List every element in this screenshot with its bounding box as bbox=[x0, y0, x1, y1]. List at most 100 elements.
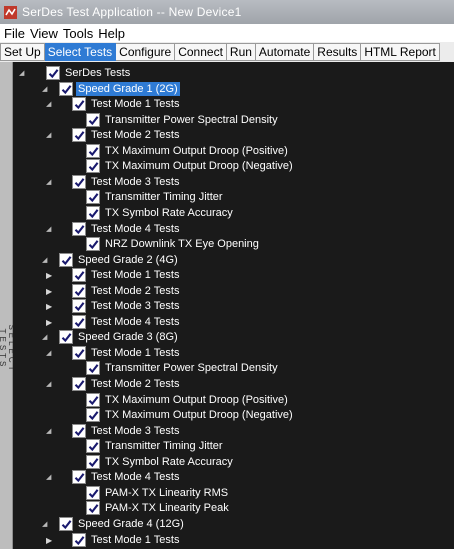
menu-view[interactable]: View bbox=[30, 26, 58, 41]
test-checkbox[interactable] bbox=[86, 237, 100, 252]
collapse-arrow-icon[interactable]: ◢ bbox=[42, 255, 50, 266]
tree-item[interactable]: Transmitter Timing Jitter bbox=[13, 190, 454, 205]
tab-automate[interactable]: Automate bbox=[255, 43, 315, 61]
tree-item[interactable]: ◢ Test Mode 1 Tests bbox=[13, 345, 454, 361]
checkmark-icon bbox=[74, 131, 85, 141]
test-checkbox[interactable] bbox=[72, 128, 86, 143]
test-checkbox[interactable] bbox=[86, 361, 100, 376]
tab-results[interactable]: Results bbox=[314, 43, 362, 61]
tree-item[interactable]: ◢ Test Mode 3 Tests bbox=[13, 423, 454, 439]
tree-item[interactable]: PAM-X TX Linearity Peak bbox=[13, 501, 454, 516]
test-checkbox[interactable] bbox=[59, 516, 73, 531]
test-checkbox[interactable] bbox=[72, 532, 86, 547]
test-checkbox[interactable] bbox=[72, 174, 86, 189]
collapse-arrow-icon[interactable]: ◢ bbox=[46, 472, 54, 483]
test-checkbox[interactable] bbox=[72, 314, 86, 329]
tree-item[interactable]: Transmitter Power Spectral Density bbox=[13, 112, 454, 128]
tree-item[interactable]: ◢ Test Mode 1 Tests bbox=[13, 97, 454, 112]
collapse-arrow-icon[interactable]: ◢ bbox=[46, 379, 54, 390]
tree-item[interactable]: PAM-X TX Linearity RMS bbox=[13, 485, 454, 501]
checkmark-icon bbox=[74, 380, 85, 390]
test-checkbox[interactable] bbox=[59, 330, 73, 345]
collapse-arrow-icon[interactable]: ◢ bbox=[46, 99, 54, 110]
test-checkbox[interactable] bbox=[86, 439, 100, 454]
expand-arrow-icon[interactable]: ▶ bbox=[46, 317, 54, 328]
test-checkbox[interactable] bbox=[59, 81, 73, 96]
checkmark-icon bbox=[61, 333, 72, 343]
test-checkbox[interactable] bbox=[59, 252, 73, 267]
test-checkbox[interactable] bbox=[72, 423, 86, 438]
tree-item[interactable]: NRZ Downlink TX Eye Opening bbox=[13, 237, 454, 252]
test-checkbox[interactable] bbox=[72, 345, 86, 360]
test-checkbox[interactable] bbox=[86, 454, 100, 469]
tree-item[interactable]: ▶ Test Mode 2 Tests bbox=[13, 283, 454, 299]
tree-item[interactable]: TX Symbol Rate Accuracy bbox=[13, 205, 454, 221]
test-checkbox[interactable] bbox=[86, 392, 100, 407]
test-checkbox[interactable] bbox=[86, 205, 100, 220]
expand-arrow-icon[interactable]: ▶ bbox=[46, 535, 54, 546]
tree-item[interactable]: ◢ Speed Grade 1 (2G) bbox=[13, 81, 454, 97]
tree-item[interactable]: ▶ Test Mode 4 Tests bbox=[13, 314, 454, 330]
menu-file[interactable]: File bbox=[4, 26, 25, 41]
tree-item[interactable]: ◢ Speed Grade 4 (12G) bbox=[13, 516, 454, 532]
tree-item[interactable]: ▶ Test Mode 1 Tests bbox=[13, 532, 454, 548]
tree-item[interactable]: ◢ Speed Grade 3 (8G) bbox=[13, 330, 454, 345]
test-checkbox[interactable] bbox=[46, 66, 60, 80]
tab-run[interactable]: Run bbox=[226, 43, 256, 61]
test-checkbox[interactable] bbox=[72, 268, 86, 283]
expand-arrow-icon[interactable]: ▶ bbox=[46, 301, 54, 312]
tab-select-tests[interactable]: Select Tests bbox=[44, 43, 117, 61]
test-checkbox[interactable] bbox=[86, 190, 100, 205]
menu-help[interactable]: Help bbox=[98, 26, 125, 41]
collapse-arrow-icon[interactable]: ◢ bbox=[42, 519, 50, 530]
tree-item[interactable]: ▶ Test Mode 1 Tests bbox=[13, 268, 454, 283]
tree-item[interactable]: ◢ Speed Grade 2 (4G) bbox=[13, 252, 454, 268]
checkmark-icon bbox=[74, 535, 85, 545]
tab-set-up[interactable]: Set Up bbox=[0, 43, 45, 61]
tree-item[interactable]: ◢ Test Mode 2 Tests bbox=[13, 377, 454, 392]
tree-item[interactable]: TX Maximum Output Droop (Negative) bbox=[13, 159, 454, 174]
tree-item[interactable]: TX Maximum Output Droop (Positive) bbox=[13, 143, 454, 159]
expand-arrow-icon[interactable]: ▶ bbox=[46, 286, 54, 297]
collapse-arrow-icon[interactable]: ◢ bbox=[19, 68, 27, 79]
test-checkbox[interactable] bbox=[86, 112, 100, 127]
tab-html-report[interactable]: HTML Report bbox=[361, 43, 440, 61]
test-checkbox[interactable] bbox=[72, 470, 86, 485]
test-checkbox[interactable] bbox=[86, 159, 100, 174]
tree-item[interactable]: TX Maximum Output Droop (Negative) bbox=[13, 408, 454, 423]
test-checkbox[interactable] bbox=[86, 143, 100, 158]
test-checkbox[interactable] bbox=[86, 408, 100, 423]
tree-item[interactable]: ◢ Test Mode 4 Tests bbox=[13, 221, 454, 237]
tree-item[interactable]: ◢ Test Mode 4 Tests bbox=[13, 470, 454, 485]
tab-configure[interactable]: Configure bbox=[116, 43, 176, 61]
test-checkbox[interactable] bbox=[72, 283, 86, 298]
checkmark-icon bbox=[61, 255, 72, 265]
tree-item[interactable]: TX Maximum Output Droop (Positive) bbox=[13, 392, 454, 408]
tree-item[interactable]: ◢ SerDes Tests bbox=[13, 66, 454, 81]
tree-item[interactable]: ▶ Test Mode 3 Tests bbox=[13, 299, 454, 314]
tree-item[interactable]: Transmitter Power Spectral Density bbox=[13, 361, 454, 376]
collapse-arrow-icon[interactable]: ◢ bbox=[46, 348, 54, 359]
test-checkbox[interactable] bbox=[72, 377, 86, 391]
test-checkbox[interactable] bbox=[72, 299, 86, 314]
collapse-arrow-icon[interactable]: ◢ bbox=[42, 84, 50, 95]
test-checkbox[interactable] bbox=[72, 221, 86, 236]
checkmark-icon bbox=[48, 69, 59, 79]
tree-item[interactable]: ◢ Test Mode 2 Tests bbox=[13, 128, 454, 143]
test-checkbox[interactable] bbox=[72, 97, 86, 112]
collapse-arrow-icon[interactable]: ◢ bbox=[46, 224, 54, 235]
expand-arrow-icon[interactable]: ▶ bbox=[46, 270, 54, 281]
collapse-arrow-icon[interactable]: ◢ bbox=[42, 332, 50, 343]
test-checkbox[interactable] bbox=[86, 501, 100, 516]
tree-item[interactable]: ◢ Test Mode 3 Tests bbox=[13, 174, 454, 190]
side-panel-strip[interactable]: SELECT TESTS bbox=[0, 62, 16, 549]
collapse-arrow-icon[interactable]: ◢ bbox=[46, 426, 54, 437]
collapse-arrow-icon[interactable]: ◢ bbox=[46, 130, 54, 141]
tab-connect[interactable]: Connect bbox=[175, 43, 227, 61]
tree-item-label: Speed Grade 3 (8G) bbox=[78, 331, 178, 344]
tree-item[interactable]: TX Symbol Rate Accuracy bbox=[13, 454, 454, 470]
menu-tools[interactable]: Tools bbox=[63, 26, 93, 41]
tree-item[interactable]: Transmitter Timing Jitter bbox=[13, 439, 454, 454]
collapse-arrow-icon[interactable]: ◢ bbox=[46, 177, 54, 188]
test-checkbox[interactable] bbox=[86, 485, 100, 500]
